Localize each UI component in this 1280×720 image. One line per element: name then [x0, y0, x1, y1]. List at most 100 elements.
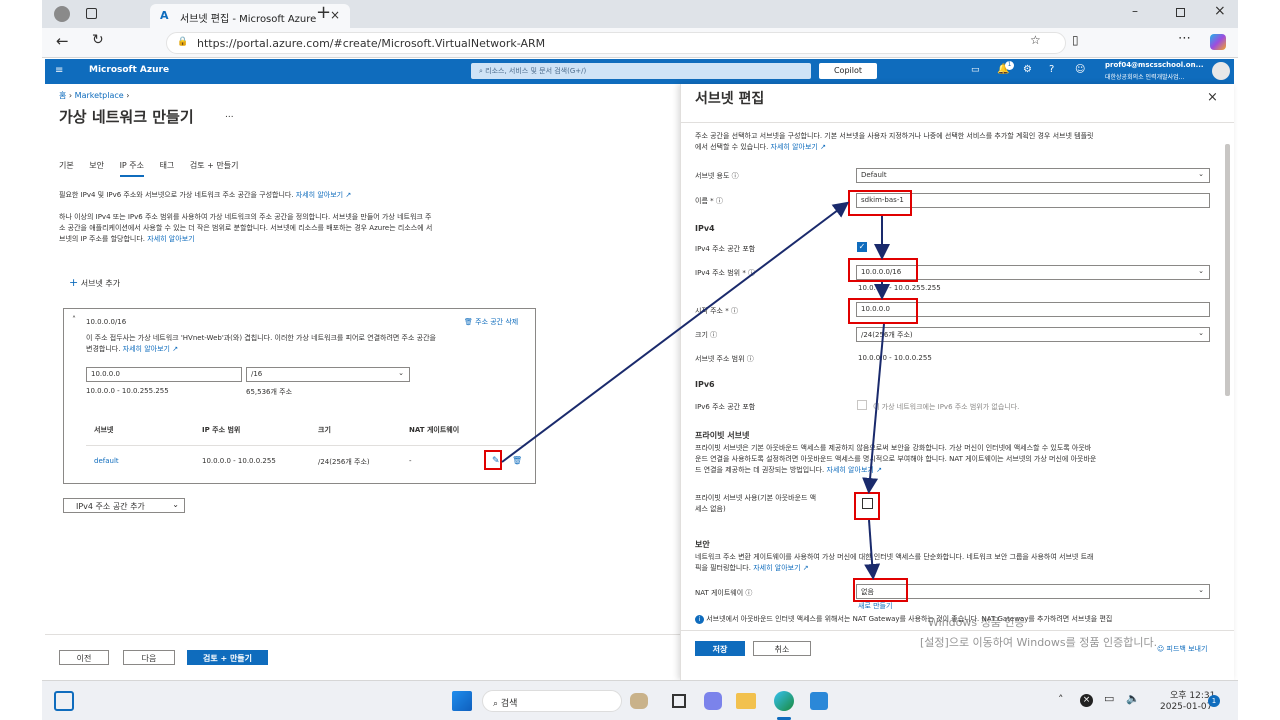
tab-security[interactable]: 보안	[89, 160, 104, 171]
copilot-browser-icon[interactable]	[1210, 34, 1226, 50]
tab-tags[interactable]: 태그	[160, 160, 175, 171]
avatar[interactable]	[1212, 62, 1230, 80]
private-enable-line2: 세스 없음)	[695, 505, 726, 513]
delete-address-space[interactable]: 🗑 주소 공간 삭제	[464, 317, 518, 327]
ipv4-section-header: IPv4	[695, 224, 715, 233]
previous-button[interactable]: 이전	[59, 650, 109, 665]
network-icon[interactable]: ▭	[1104, 692, 1114, 705]
size-select[interactable]: /24(256개 주소) ⌄	[856, 327, 1210, 342]
more-icon[interactable]: ⋯	[1178, 31, 1191, 46]
create-vnet-blade: 홈 › Marketplace › 가상 네트워크 만들기 ... 기본 보안 …	[45, 84, 680, 680]
more-actions-icon[interactable]: ...	[225, 110, 234, 120]
azure-brand[interactable]: Microsoft Azure	[89, 65, 169, 75]
next-button[interactable]: 다음	[123, 650, 175, 665]
tab-ip-addresses[interactable]: IP 주소	[119, 160, 145, 177]
close-window-icon[interactable]: ×	[1214, 3, 1226, 19]
feedback-label: 피드백 보내기	[1166, 645, 1208, 653]
news-icon[interactable]	[630, 693, 648, 709]
chevron-down-icon: ⌄	[1198, 586, 1204, 594]
cancel-label: 취소	[774, 645, 790, 654]
favorites-icon[interactable]: ☆	[1030, 33, 1041, 47]
feedback-link[interactable]: ☺ 피드백 보내기	[1157, 644, 1207, 654]
page-title: 가상 네트워크 만들기	[59, 108, 194, 126]
new-tab-icon[interactable]: +	[316, 2, 331, 23]
learn-more-link-2[interactable]: 자세히 알아보기	[147, 235, 194, 243]
url-field[interactable]: 🔒 https://portal.azure.com/#create/Micro…	[166, 32, 1066, 54]
ipv6-include-checkbox[interactable]	[857, 400, 867, 410]
address-prefix-select[interactable]: /16 ⌄	[246, 367, 410, 382]
account-name[interactable]: prof04@mscsschool.on...	[1105, 61, 1204, 69]
search-icon: ⌕	[493, 699, 501, 709]
widgets-icon[interactable]	[54, 691, 74, 711]
learn-more-link[interactable]: 자세히 알아보기	[296, 191, 343, 199]
name-label-text: 이름 *	[695, 197, 714, 205]
add-ipv4-space-button[interactable]: IPv4 주소 공간 추가 ⌄	[63, 498, 185, 513]
minimize-icon[interactable]: –	[1132, 4, 1138, 18]
subnet-purpose-select[interactable]: Default ⌄	[856, 168, 1210, 183]
security-learn-more-link[interactable]: 자세히 알아보기	[753, 564, 800, 572]
volume-icon[interactable]: 🔈	[1126, 692, 1140, 705]
teams-icon[interactable]	[704, 692, 722, 710]
nat-gateway-select[interactable]: 없음 ⌄	[856, 584, 1210, 599]
start-icon[interactable]	[452, 691, 472, 711]
cancel-button[interactable]: 취소	[753, 641, 811, 656]
nat-create-link[interactable]: 새로 만들기	[858, 601, 892, 611]
file-explorer-icon[interactable]	[736, 693, 756, 709]
breadcrumb-marketplace[interactable]: Marketplace	[75, 91, 124, 100]
clock-date[interactable]: 2025-01-07	[1160, 702, 1212, 712]
ipv6-note: 이 가상 네트워크에는 IPv6 주소 범위가 없습니다.	[873, 403, 1020, 411]
back-icon[interactable]: ←	[56, 32, 69, 50]
ipv4-include-label: IPv4 주소 공간 포함	[695, 245, 756, 253]
azure-search-input[interactable]: ⌕ 리소스, 서비스 및 문서 검색(G+/)	[471, 63, 811, 79]
panel-learn-more-link[interactable]: 자세히 알아보기	[771, 143, 818, 151]
close-panel-icon[interactable]: ×	[1207, 90, 1218, 105]
ipv4-include-checkbox[interactable]: ✓	[857, 242, 867, 252]
subnet-name-link[interactable]: default	[94, 457, 119, 465]
address-ip-input[interactable]: 10.0.0.0	[86, 367, 242, 382]
tab-actions-icon[interactable]	[86, 8, 97, 19]
add-subnet-button[interactable]: + 서브넷 추가	[69, 276, 120, 289]
tab-review-create[interactable]: 검토 + 만들기	[190, 160, 239, 171]
address-prefix-value: /16	[251, 370, 263, 378]
overlap-warning: 이 주소 접두사는 가상 네트워크 'HVnet-Web'과(와) 겹칩니다. …	[86, 333, 531, 355]
learn-more-link-3[interactable]: 자세히 알아보기	[123, 345, 170, 353]
name-label: 이름 * ⓘ	[695, 196, 723, 206]
feedback-header-icon[interactable]: ☺	[1075, 64, 1085, 75]
column-header-size: 크기	[318, 426, 331, 434]
external-link-icon: ↗	[876, 466, 882, 474]
edge-icon[interactable]	[774, 691, 794, 711]
taskbar-search[interactable]: ⌕ 검색	[482, 690, 622, 712]
status-error-icon[interactable]: ×	[1080, 694, 1093, 707]
restore-icon[interactable]	[1176, 8, 1185, 17]
security-line1: 네트워크 주소 변환 게이트웨이를 사용하여 가상 머신에 대한 인터넷 액세스…	[695, 553, 1094, 561]
help-icon[interactable]: ?	[1049, 64, 1054, 75]
chevron-up-icon[interactable]: ˄	[1058, 693, 1064, 706]
profile-icon[interactable]	[54, 6, 70, 22]
ipv4-range-label-text: IPv4 주소 범위 *	[695, 269, 746, 277]
cloud-shell-icon[interactable]: ▭	[971, 65, 980, 75]
breadcrumb-home[interactable]: 홈	[59, 91, 66, 100]
panel-scrollbar[interactable]	[1225, 144, 1230, 396]
copilot-button[interactable]: Copilot	[819, 63, 877, 79]
close-tab-icon[interactable]: ×	[330, 8, 340, 22]
task-view-icon[interactable]	[672, 694, 686, 708]
save-button[interactable]: 저장	[695, 641, 745, 656]
edit-subnet-panel: 서브넷 편집 × 주소 공간을 선택하고 서브넷을 구성합니다. 기본 서브넷을…	[680, 84, 1234, 680]
security-line2: 픽을 필터링합니다.	[695, 564, 751, 572]
size-label-text: 크기	[695, 331, 708, 339]
subnet-purpose-label: 서브넷 용도 ⓘ	[695, 171, 739, 181]
subnet-nat: -	[409, 457, 412, 465]
menu-icon[interactable]: ≡	[55, 65, 63, 76]
private-learn-more-link[interactable]: 자세히 알아보기	[827, 466, 874, 474]
delete-subnet-icon[interactable]: 🗑	[512, 456, 522, 465]
tab-basics[interactable]: 기본	[59, 160, 74, 171]
settings-icon[interactable]: ⚙	[1023, 64, 1032, 75]
store-icon[interactable]	[810, 692, 828, 710]
warning-line2: 변경합니다.	[86, 345, 121, 353]
notification-count-badge[interactable]: 1	[1208, 695, 1220, 707]
split-screen-icon[interactable]: ▯	[1072, 33, 1079, 47]
private-line3: 드 연결을 제공하는 데 권장되는 방법입니다.	[695, 466, 825, 474]
chevron-up-icon[interactable]: ˄	[72, 315, 76, 324]
refresh-icon[interactable]: ↻	[92, 32, 104, 48]
review-create-button[interactable]: 검토 + 만들기	[187, 650, 268, 665]
